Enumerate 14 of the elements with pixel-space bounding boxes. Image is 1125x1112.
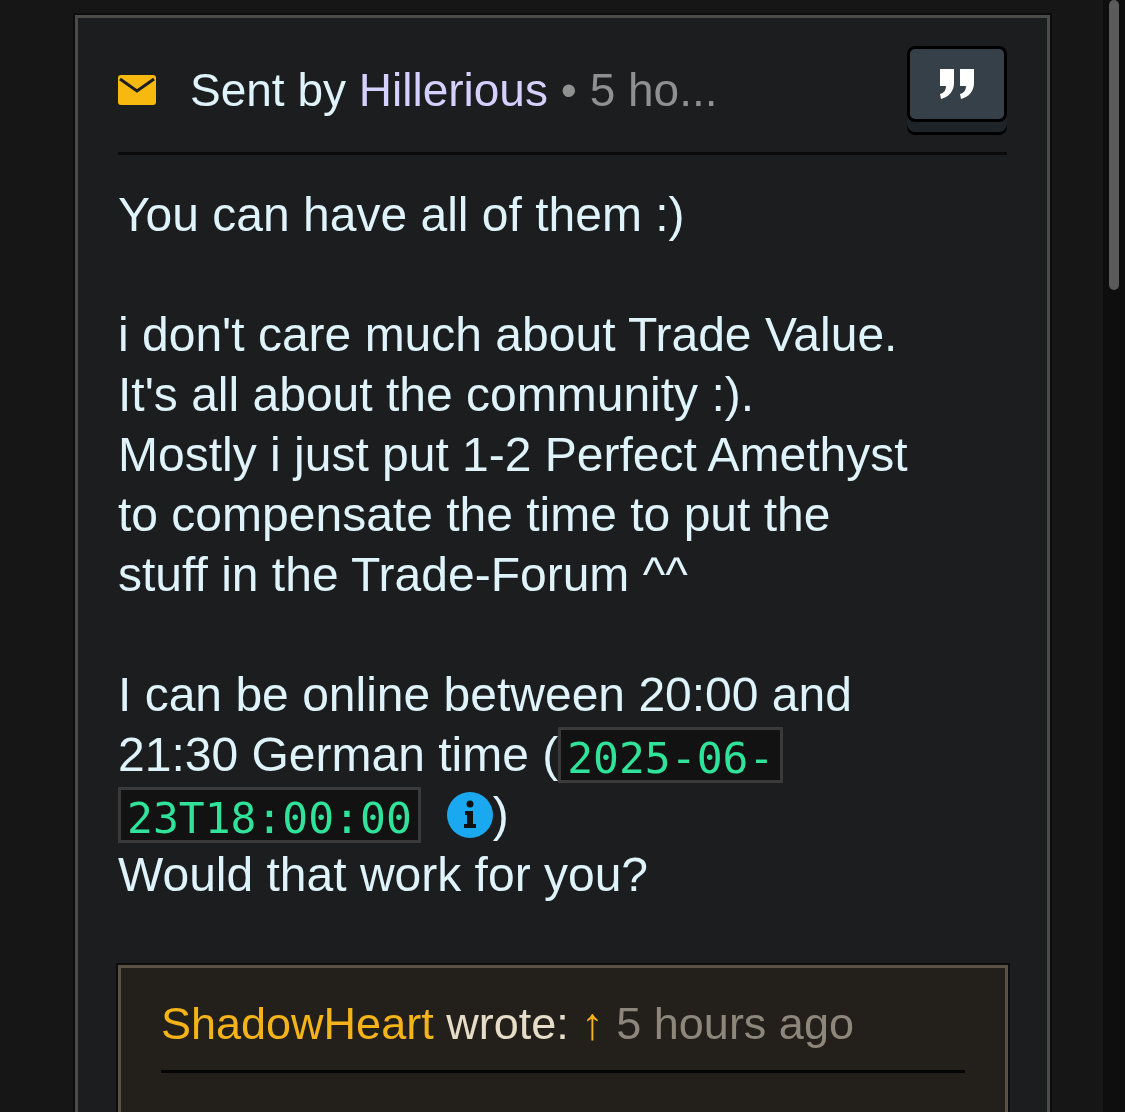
message-text: Would that work for you? xyxy=(118,847,649,903)
quote-icon xyxy=(938,67,976,101)
message-paragraph: You can have all of them :) xyxy=(118,187,686,243)
envelope-icon xyxy=(118,75,156,105)
info-icon[interactable] xyxy=(446,792,493,838)
message-paragraph: i don't care much about Trade Value. It's all about the community :). Mostly i just put 1-2 Perfect Amethyst to compensate the time to put the stuff in the Trade-Forum ^^ xyxy=(118,307,909,603)
message-text: 21:30 German time ( xyxy=(118,727,559,783)
message-text: I can be online between 20:00 and xyxy=(118,667,852,723)
timestamp: 2025-06- xyxy=(558,727,784,783)
message-text: ) xyxy=(492,787,509,843)
scrollbar-thumb[interactable] xyxy=(1109,0,1119,290)
quote-header: ShadowHeart wrote: ↑ 5 hours ago xyxy=(161,998,965,1073)
message-header: Sent by Hillerious • 5 ho... xyxy=(190,63,719,117)
timestamp: 23T18:00:00 xyxy=(118,787,421,843)
